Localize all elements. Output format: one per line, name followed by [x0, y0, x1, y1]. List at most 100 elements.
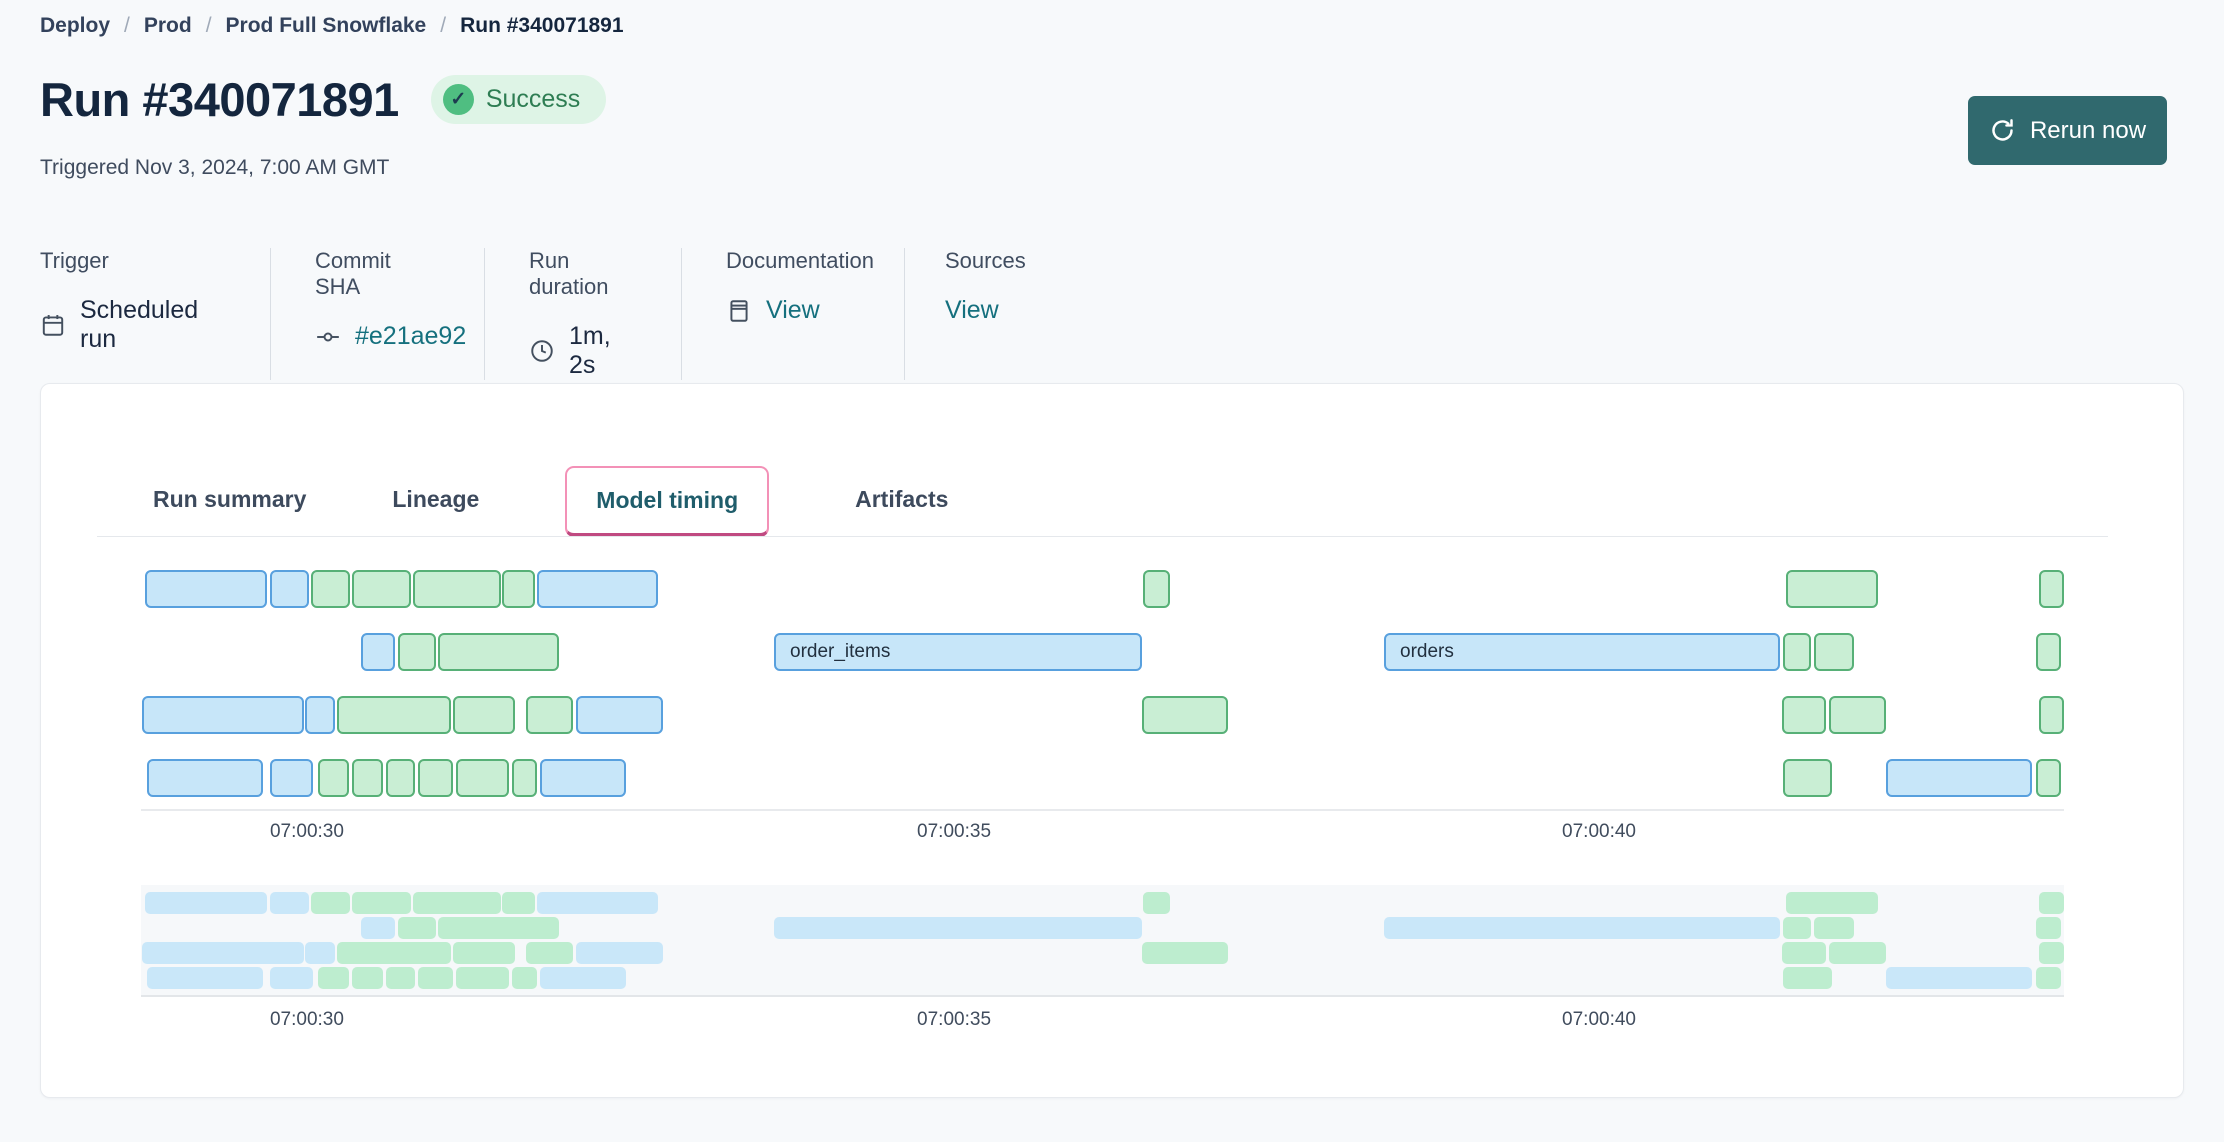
- breadcrumb-deploy[interactable]: Deploy: [40, 14, 110, 38]
- gantt-bar[interactable]: [1783, 633, 1811, 671]
- meta-sources: Sources View: [905, 248, 1070, 380]
- run-detail-card: Run summary Lineage Model timing Artifac…: [40, 383, 2184, 1098]
- minimap-bar: [1814, 917, 1854, 939]
- gantt-bar-order_items: [774, 917, 1142, 939]
- minimap-bar: [386, 967, 415, 989]
- gantt-bar[interactable]: [413, 570, 501, 608]
- breadcrumb-current-run: Run #340071891: [460, 14, 623, 38]
- gantt-bar[interactable]: [386, 759, 415, 797]
- gantt-bar[interactable]: [1143, 570, 1170, 608]
- gantt-bar[interactable]: [540, 759, 626, 797]
- gantt-bar[interactable]: [1783, 759, 1832, 797]
- minimap-bar: [147, 967, 263, 989]
- minimap-bar: [1829, 942, 1886, 964]
- minimap-bar: [398, 917, 436, 939]
- commit-icon: [315, 324, 341, 350]
- breadcrumb-separator: /: [206, 14, 212, 38]
- sources-view-link[interactable]: View: [945, 296, 999, 325]
- meta-label: Documentation: [726, 248, 860, 274]
- gantt-bar[interactable]: [147, 759, 263, 797]
- rerun-now-label: Rerun now: [2030, 117, 2146, 145]
- run-duration-value: 1m, 2s: [569, 322, 637, 380]
- minimap-bar: [438, 917, 559, 939]
- gantt-bar[interactable]: [1782, 696, 1826, 734]
- minimap-bar: [537, 892, 658, 914]
- run-detail-page: Deploy / Prod / Prod Full Snowflake / Ru…: [0, 0, 2224, 1142]
- minimap-bar: [337, 942, 451, 964]
- gantt-bar[interactable]: [2039, 570, 2064, 608]
- gantt-bar[interactable]: [438, 633, 559, 671]
- gantt-bar[interactable]: [398, 633, 436, 671]
- gantt-bar[interactable]: [1829, 696, 1886, 734]
- documentation-view-link[interactable]: View: [766, 296, 820, 325]
- gantt-bar[interactable]: [576, 696, 663, 734]
- gantt-bar-label: orders: [1386, 635, 1778, 669]
- axis-tick-label: 07:00:40: [1562, 1009, 1636, 1031]
- minimap-bar: [270, 967, 313, 989]
- gantt-bar[interactable]: [2036, 633, 2061, 671]
- gantt-bar[interactable]: [526, 696, 573, 734]
- minimap-bar: [2036, 967, 2061, 989]
- gantt-bar[interactable]: [270, 759, 313, 797]
- minimap-bar: [576, 942, 663, 964]
- minimap-bar: [318, 967, 349, 989]
- gantt-bar[interactable]: [318, 759, 349, 797]
- gantt-bar[interactable]: [352, 759, 383, 797]
- minimap-bar: [352, 967, 383, 989]
- minimap-bar: [2039, 892, 2064, 914]
- gantt-bar[interactable]: [2036, 759, 2061, 797]
- model-timing-gantt: order_items orders: [141, 570, 2064, 796]
- gantt-bar[interactable]: [1886, 759, 2032, 797]
- axis-tick-label: 07:00:30: [270, 1009, 344, 1031]
- gantt-minimap[interactable]: [141, 885, 2064, 997]
- gantt-axis-labels: 07:00:3007:00:3507:00:40: [141, 821, 2064, 845]
- gantt-bar-orders[interactable]: orders: [1384, 633, 1780, 671]
- gantt-bar[interactable]: [453, 696, 515, 734]
- meta-run-duration: Run duration 1m, 2s: [485, 248, 682, 380]
- gantt-bar-order_items[interactable]: order_items: [774, 633, 1142, 671]
- minimap-bar: [145, 892, 267, 914]
- minimap-bar: [418, 967, 453, 989]
- gantt-bar[interactable]: [361, 633, 395, 671]
- gantt-bar[interactable]: [537, 570, 658, 608]
- tab-model-timing[interactable]: Model timing: [565, 466, 769, 537]
- commit-sha-link[interactable]: #e21ae92: [355, 322, 466, 351]
- gantt-bar-label: order_items: [776, 635, 1140, 669]
- gantt-bar[interactable]: [512, 759, 537, 797]
- minimap-bar: [453, 942, 515, 964]
- gantt-bar[interactable]: [502, 570, 535, 608]
- gantt-bar[interactable]: [1786, 570, 1878, 608]
- gantt-bar[interactable]: [142, 696, 304, 734]
- gantt-bar[interactable]: [145, 570, 267, 608]
- minimap-bar: [305, 942, 335, 964]
- gantt-bar[interactable]: [270, 570, 309, 608]
- gantt-bar[interactable]: [418, 759, 453, 797]
- tab-divider: [97, 536, 2108, 537]
- gantt-bar[interactable]: [1142, 696, 1228, 734]
- gantt-bar[interactable]: [352, 570, 411, 608]
- gantt-bar[interactable]: [311, 570, 350, 608]
- breadcrumb-environment[interactable]: Prod Full Snowflake: [226, 14, 427, 38]
- gantt-bar[interactable]: [305, 696, 335, 734]
- minimap-bar: [1142, 942, 1228, 964]
- gantt-bar[interactable]: [1814, 633, 1854, 671]
- tab-lineage[interactable]: Lineage: [392, 486, 479, 513]
- breadcrumb-prod[interactable]: Prod: [144, 14, 192, 38]
- tab-bar: Run summary Lineage Model timing Artifac…: [153, 462, 948, 536]
- tab-artifacts[interactable]: Artifacts: [855, 486, 948, 513]
- minimap-bar: [1786, 892, 1878, 914]
- gantt-bar[interactable]: [337, 696, 451, 734]
- run-meta-row: Trigger Scheduled run Commit SHA: [40, 248, 1070, 380]
- gantt-bar[interactable]: [2039, 696, 2064, 734]
- trigger-value: Scheduled run: [80, 296, 226, 354]
- tab-run-summary[interactable]: Run summary: [153, 486, 306, 513]
- gantt-bar[interactable]: [456, 759, 509, 797]
- minimap-bar: [456, 967, 509, 989]
- meta-label: Commit SHA: [315, 248, 440, 300]
- minimap-bar: [352, 892, 411, 914]
- status-badge-label: Success: [486, 85, 580, 114]
- rerun-now-button[interactable]: Rerun now: [1968, 96, 2167, 165]
- success-check-icon: ✓: [443, 84, 474, 115]
- meta-commit-sha: Commit SHA #e21ae92: [271, 248, 485, 380]
- breadcrumb-separator: /: [124, 14, 130, 38]
